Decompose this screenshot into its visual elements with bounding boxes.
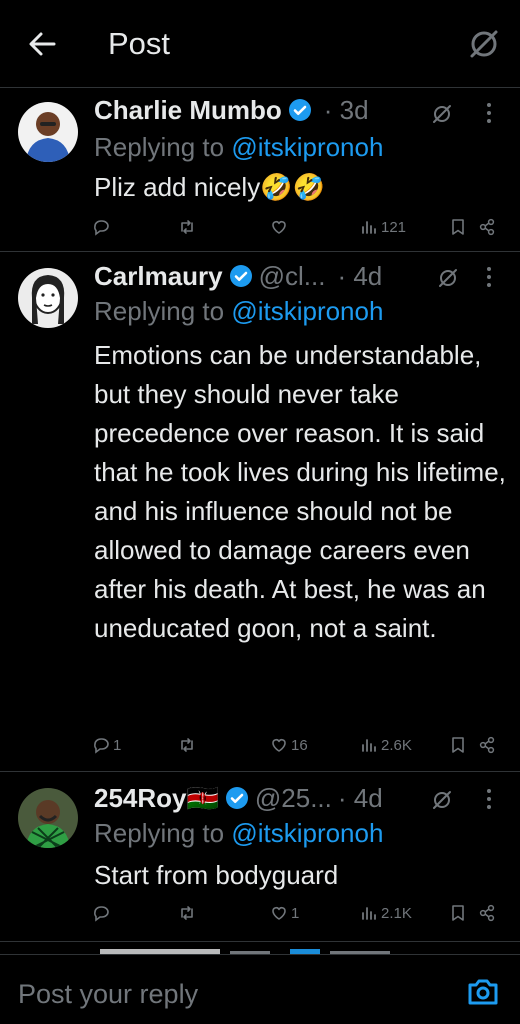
reply-icon	[94, 738, 109, 754]
views-button[interactable]: 2.1K	[360, 904, 412, 922]
action-bar: 1 2.1K	[0, 904, 520, 928]
author-line: 254Roy🇰🇪 @25... · 4d	[94, 780, 383, 816]
reply-button[interactable]: 1	[92, 736, 121, 754]
page-title: Post	[108, 26, 171, 61]
reply-composer[interactable]: Post your reply	[0, 954, 520, 1024]
top-bar: Post	[0, 0, 520, 88]
share-button[interactable]	[478, 904, 496, 922]
like-count: 16	[291, 736, 308, 754]
verified-badge-icon	[225, 787, 248, 809]
views-button[interactable]: 121	[360, 218, 406, 236]
like-button[interactable]: 1	[270, 904, 299, 922]
replying-to-label: Replying to	[94, 296, 232, 326]
author-line: Charlie Mumbo · 3d	[94, 92, 369, 128]
more-options-icon[interactable]	[485, 266, 493, 288]
replying-to-label: Replying to	[94, 132, 232, 162]
like-count: 1	[291, 904, 300, 922]
like-button[interactable]: 16	[270, 736, 308, 754]
replying-to: Replying to @itskipronoh	[94, 818, 383, 849]
post-time: · 4d	[337, 260, 383, 291]
reply-button[interactable]	[92, 218, 113, 236]
avatar[interactable]	[18, 268, 78, 328]
bookmark-icon	[452, 905, 464, 921]
replying-to: Replying to @itskipronoh	[94, 132, 383, 163]
replying-to-label: Replying to	[94, 818, 232, 848]
bookmark-button[interactable]	[449, 736, 467, 754]
verified-badge-icon	[229, 265, 252, 287]
views-icon	[362, 739, 376, 752]
share-icon	[479, 736, 495, 754]
author-handle[interactable]: @cl...	[259, 261, 326, 292]
post-text: Pliz add nicely🤣🤣	[94, 172, 325, 202]
mention-link[interactable]: @itskipronoh	[231, 818, 383, 848]
reply-button[interactable]	[92, 904, 113, 922]
post-time: · 4d	[337, 782, 383, 813]
reply-post[interactable]: Charlie Mumbo · 3d Replying to @itskipro…	[0, 88, 520, 252]
repost-button[interactable]	[178, 218, 196, 236]
author-line: Carlmaury @cl... · 4d	[94, 258, 382, 294]
views-icon	[362, 907, 376, 920]
views-icon	[362, 221, 376, 234]
repost-button[interactable]	[178, 904, 196, 922]
action-bar: 1 16 2.6K	[0, 736, 520, 760]
repost-icon	[181, 906, 193, 920]
camera-icon[interactable]	[466, 977, 500, 1007]
next-post-peek	[0, 942, 520, 954]
repost-icon	[181, 738, 193, 752]
post-text: Emotions can be understandable, but they…	[94, 340, 506, 643]
share-icon	[479, 904, 495, 922]
next-post-glimpse-icon	[100, 949, 390, 954]
bookmark-icon	[452, 737, 464, 753]
post-text: Start from bodyguard	[94, 860, 339, 890]
bookmark-icon	[452, 219, 464, 235]
heart-icon	[272, 221, 286, 234]
bookmark-button[interactable]	[449, 218, 467, 236]
grok-icon[interactable]	[430, 788, 454, 812]
reply-input[interactable]: Post your reply	[18, 979, 198, 1010]
like-button[interactable]	[270, 218, 291, 236]
replying-to: Replying to @itskipronoh	[94, 296, 383, 327]
share-button[interactable]	[478, 736, 496, 754]
bookmark-button[interactable]	[449, 904, 467, 922]
author-name[interactable]: Carlmaury	[94, 261, 223, 292]
repost-button[interactable]	[178, 736, 196, 754]
reply-icon	[94, 220, 109, 236]
author-name[interactable]: Charlie Mumbo	[94, 95, 282, 126]
avatar[interactable]	[18, 102, 78, 162]
mention-link[interactable]: @itskipronoh	[231, 132, 383, 162]
grok-icon[interactable]	[466, 26, 502, 62]
views-count: 2.6K	[381, 736, 412, 754]
share-icon	[479, 218, 495, 236]
more-options-icon[interactable]	[485, 102, 493, 124]
views-count: 121	[381, 218, 407, 236]
author-name[interactable]: 254Roy🇰🇪	[94, 783, 219, 814]
author-handle[interactable]: @25...	[255, 783, 332, 814]
repost-icon	[181, 220, 193, 234]
verified-badge-icon	[288, 99, 311, 121]
views-button[interactable]: 2.6K	[360, 736, 412, 754]
avatar[interactable]	[18, 788, 78, 848]
share-button[interactable]	[478, 218, 496, 236]
mention-link[interactable]: @itskipronoh	[231, 296, 383, 326]
action-bar: 121	[0, 218, 520, 242]
heart-icon	[272, 739, 286, 752]
back-arrow-icon[interactable]	[26, 28, 58, 60]
views-count: 2.1K	[381, 904, 412, 922]
grok-icon[interactable]	[436, 266, 460, 290]
reply-post[interactable]: 254Roy🇰🇪 @25... · 4d Replying to @itskip…	[0, 772, 520, 942]
grok-icon[interactable]	[430, 102, 454, 126]
reply-post[interactable]: Carlmaury @cl... · 4d Replying to @itski…	[0, 252, 520, 772]
more-options-icon[interactable]	[485, 788, 493, 810]
post-time: · 3d	[323, 94, 369, 125]
heart-icon	[272, 907, 286, 920]
reply-icon	[94, 906, 109, 922]
reply-count: 1	[113, 736, 122, 754]
